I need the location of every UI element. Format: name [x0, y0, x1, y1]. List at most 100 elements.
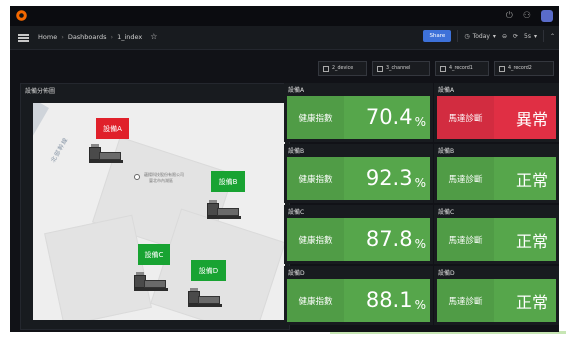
- device-d-machine[interactable]: [188, 288, 222, 308]
- grid-icon: [323, 65, 329, 72]
- breadcrumb-home[interactable]: Home: [38, 33, 57, 41]
- device-map: 北部幹線 蘊揚科技股份有限公司 臺北市內湖區 設備A 設備B 設備C 設備D: [33, 103, 285, 320]
- menu-icon[interactable]: [18, 34, 29, 42]
- device-a-machine[interactable]: [89, 144, 123, 164]
- health-unit: %: [414, 298, 426, 312]
- health-value: 70.4: [365, 105, 413, 129]
- chevron-down-icon: ▾: [492, 32, 496, 40]
- tile-body: 健康指數 70.4 %: [287, 96, 430, 139]
- grid-icon: [440, 65, 446, 72]
- health-label: 健康指數: [287, 279, 344, 322]
- top-bar-actions: ⏻ ⚇: [506, 9, 553, 23]
- health-value: 88.1: [365, 288, 413, 312]
- road: [33, 103, 49, 212]
- variable-2-device[interactable]: 2_device: [318, 61, 367, 76]
- breadcrumb-dashboards[interactable]: Dashboards: [68, 33, 107, 41]
- nav-bar: Home › Dashboards › 1_index ☆ Share ◷ To…: [10, 26, 559, 50]
- tile-body: 健康指數 92.3 %: [287, 157, 430, 200]
- breadcrumb-separator: ›: [110, 32, 114, 41]
- device-c-label[interactable]: 設備C: [138, 244, 170, 265]
- health-tile-c[interactable]: 設備C 健康指數 87.8 %: [284, 205, 433, 264]
- tile-body: 健康指數 87.8 %: [287, 218, 430, 261]
- health-unit: %: [414, 115, 426, 129]
- health-value: 87.8: [365, 227, 413, 251]
- share-button[interactable]: Share: [423, 30, 452, 42]
- panel-title: 設備分佈圖: [25, 88, 56, 95]
- variable-label: 3_channel: [386, 66, 411, 71]
- company-address: 臺北市內湖區: [149, 178, 173, 183]
- variable-label: 4_record1: [449, 66, 473, 71]
- motor-label: 馬達診斷: [437, 218, 494, 261]
- health-tile-d[interactable]: 設備D 健康指數 88.1 %: [284, 266, 433, 325]
- device-b-label[interactable]: 設備B: [211, 171, 245, 192]
- tile-title: 設備B: [288, 148, 305, 155]
- variable-label: 2_device: [332, 66, 354, 71]
- tile-body: 健康指數 88.1 %: [287, 279, 430, 322]
- motor-status-value: 正常: [515, 292, 548, 312]
- motor-label: 馬達診斷: [437, 279, 494, 322]
- motor-label: 馬達診斷: [437, 96, 494, 139]
- motor-status-tile-c[interactable]: 設備C 馬達診斷 正常: [434, 205, 559, 264]
- health-value-cell: 88.1 %: [344, 279, 430, 322]
- grid-icon: [499, 65, 505, 72]
- divider: [542, 30, 544, 42]
- tile-title: 設備D: [288, 270, 305, 277]
- tile-body: 馬達診斷 異常: [437, 96, 556, 139]
- location-pin-icon: [134, 174, 140, 180]
- company-name: 蘊揚科技股份有限公司: [144, 172, 184, 177]
- device-map-panel: 設備分佈圖 北部幹線 蘊揚科技股份有限公司 臺北市內湖區 設備A 設備B 設備C…: [20, 83, 290, 330]
- health-tile-b[interactable]: 設備B 健康指數 92.3 %: [284, 144, 433, 203]
- divider: [457, 30, 459, 42]
- tile-body: 馬達診斷 正常: [437, 218, 556, 261]
- tile-title: 設備C: [438, 209, 455, 216]
- breadcrumb-current[interactable]: 1_index: [117, 33, 142, 41]
- motor-status-tile-a[interactable]: 設備A 馬達診斷 異常: [434, 83, 559, 142]
- dashboard-window: ⏻ ⚇ Home › Dashboards › 1_index ☆ Share …: [10, 6, 559, 332]
- tile-title: 設備A: [288, 87, 305, 94]
- refresh-interval[interactable]: 5s ▾: [524, 33, 537, 40]
- avatar-icon[interactable]: [541, 10, 553, 22]
- health-label: 健康指數: [287, 218, 344, 261]
- variable-label: 4_record2: [508, 66, 532, 71]
- star-icon[interactable]: ☆: [150, 32, 157, 41]
- chevron-down-icon: ▾: [533, 32, 537, 40]
- variable-3-channel[interactable]: 3_channel: [372, 61, 430, 76]
- device-b-machine[interactable]: [207, 200, 241, 220]
- tile-title: 設備A: [438, 87, 455, 94]
- device-d-label[interactable]: 設備D: [191, 260, 226, 281]
- health-value: 92.3: [365, 166, 413, 190]
- variable-4-record2[interactable]: 4_record2: [494, 61, 554, 76]
- refresh-icon[interactable]: ⟳: [513, 33, 518, 40]
- variable-4-record1[interactable]: 4_record1: [435, 61, 489, 76]
- motor-label: 馬達診斷: [437, 157, 494, 200]
- zoom-out-icon[interactable]: ⊖: [502, 33, 507, 40]
- motor-status-tile-d[interactable]: 設備D 馬達診斷 正常: [434, 266, 559, 325]
- tile-title: 設備D: [438, 270, 455, 277]
- device-c-machine[interactable]: [134, 272, 168, 292]
- chevron-up-icon[interactable]: ⌃: [550, 33, 555, 40]
- refresh-interval-label: 5s: [524, 32, 531, 40]
- tile-body: 馬達診斷 正常: [437, 279, 556, 322]
- health-value-cell: 70.4 %: [344, 96, 430, 139]
- motor-status-value: 正常: [515, 170, 548, 190]
- motor-status-tile-b[interactable]: 設備B 馬達診斷 正常: [434, 144, 559, 203]
- tile-title: 設備C: [288, 209, 305, 216]
- motor-status-value: 異常: [515, 109, 548, 129]
- user-icon[interactable]: ⚇: [523, 9, 531, 23]
- road-label: 北部幹線: [49, 136, 70, 164]
- health-value-cell: 92.3 %: [344, 157, 430, 200]
- health-unit: %: [414, 176, 426, 190]
- tile-body: 馬達診斷 正常: [437, 157, 556, 200]
- breadcrumb: Home › Dashboards › 1_index ☆: [38, 32, 157, 41]
- help-icon[interactable]: ⏻: [506, 9, 513, 23]
- device-a-label[interactable]: 設備A: [96, 118, 129, 139]
- health-label: 健康指數: [287, 157, 344, 200]
- health-tile-a[interactable]: 設備A 健康指數 70.4 %: [284, 83, 433, 142]
- time-picker-label: Today: [472, 32, 490, 40]
- grafana-logo-icon[interactable]: [16, 10, 27, 21]
- health-label: 健康指數: [287, 96, 344, 139]
- time-picker[interactable]: ◷ Today ▾: [464, 33, 496, 40]
- variables-row: 2_device 3_channel 4_record1 4_record2: [10, 61, 559, 77]
- breadcrumb-separator: ›: [61, 32, 64, 41]
- tile-title: 設備B: [438, 148, 455, 155]
